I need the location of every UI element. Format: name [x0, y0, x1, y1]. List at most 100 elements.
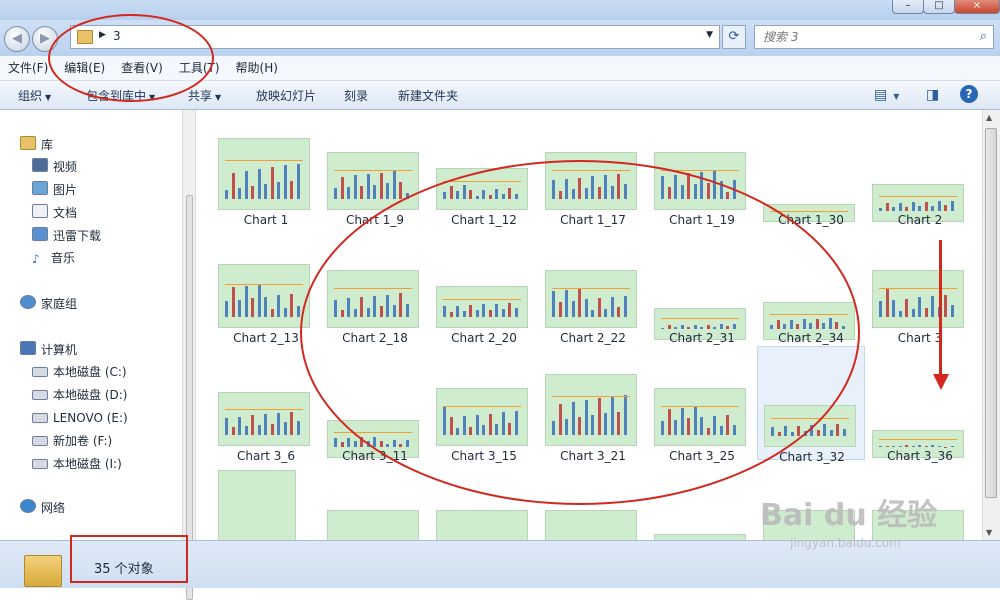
thumbnail-bar: [290, 294, 293, 317]
burn-button[interactable]: 刻录: [344, 87, 368, 104]
file-tile[interactable]: Chart 1: [212, 110, 320, 224]
thumbnail-bar: [899, 446, 902, 447]
file-tile[interactable]: Chart 2_18: [321, 228, 429, 342]
search-box[interactable]: ⌕: [754, 25, 994, 49]
menu-view[interactable]: 查看(V): [113, 56, 171, 80]
search-input[interactable]: [761, 29, 965, 45]
new-folder-button[interactable]: 新建文件夹: [398, 87, 458, 104]
content-scrollbar[interactable]: ▲ ▼: [982, 110, 1000, 540]
nav-drive-d[interactable]: 本地磁盘 (D:): [32, 386, 127, 404]
breadcrumb-arrow-icon[interactable]: ▶: [99, 30, 106, 40]
file-tile[interactable]: Chart 3_32: [757, 346, 865, 460]
thumbnail-bar: [624, 184, 627, 199]
close-button[interactable]: ×: [954, 0, 1000, 14]
thumbnail-bar: [912, 202, 915, 211]
chart-thumbnail[interactable]: [327, 510, 419, 540]
file-tile[interactable]: Chart 2_22: [539, 228, 647, 342]
file-tile[interactable]: Chart 1_12: [430, 110, 538, 224]
slideshow-button[interactable]: 放映幻灯片: [256, 87, 316, 104]
preview-pane-icon[interactable]: ◨: [926, 87, 939, 103]
nav-thunder-downloads[interactable]: 迅雷下载: [32, 227, 101, 245]
chart-thumbnail[interactable]: [436, 510, 528, 540]
nav-drive-c[interactable]: 本地磁盘 (C:): [32, 363, 127, 381]
thumbnail-bar: [700, 417, 703, 435]
file-tile[interactable]: Chart 2_34: [757, 228, 865, 342]
menu-file[interactable]: 文件(F): [0, 56, 56, 80]
thumbnail-bar: [443, 407, 446, 435]
file-tile[interactable]: Chart 3_6: [212, 346, 320, 460]
file-tile[interactable]: Chart 2: [866, 110, 974, 224]
nav-video[interactable]: 视频: [32, 158, 77, 176]
chart-thumbnail[interactable]: [218, 470, 296, 540]
back-button[interactable]: ◀: [4, 26, 30, 52]
help-icon[interactable]: ?: [960, 85, 978, 103]
nav-drive-e[interactable]: LENOVO (E:): [32, 409, 128, 427]
thumbnail-bar: [334, 188, 337, 199]
nav-computer[interactable]: 计算机: [20, 341, 77, 359]
file-tile[interactable]: Chart 3_25: [648, 346, 756, 460]
menu-help[interactable]: 帮助(H): [228, 56, 286, 80]
maximize-button[interactable]: □: [923, 0, 955, 14]
thumbnail-bar: [707, 325, 710, 329]
nav-pictures[interactable]: 图片: [32, 181, 77, 199]
file-tile[interactable]: Chart 3_21: [539, 346, 647, 460]
file-tile[interactable]: Chart 3_15: [430, 346, 538, 460]
thumbnail-bar: [892, 300, 895, 317]
thumbnail-bar: [552, 421, 555, 435]
thumbnail-bar: [393, 440, 396, 447]
scroll-up-icon[interactable]: ▲: [986, 113, 992, 122]
thumbnail-bar: [482, 304, 485, 317]
thumbnail-bars: [879, 199, 957, 211]
file-tile[interactable]: Chart 1_9: [321, 110, 429, 224]
nav-drive-f[interactable]: 新加卷 (F:): [32, 432, 112, 450]
thumbnail-bar: [796, 324, 799, 329]
nav-homegroup[interactable]: 家庭组: [20, 295, 77, 313]
thumbnail-bar: [720, 324, 723, 329]
chart-thumbnail[interactable]: [545, 510, 637, 540]
forward-button[interactable]: ▶: [32, 26, 58, 52]
file-tile[interactable]: Chart 3_11: [321, 346, 429, 460]
nav-homegroup-label: 家庭组: [41, 297, 77, 311]
file-tile[interactable]: Chart 1_30: [757, 110, 865, 224]
menu-edit[interactable]: 编辑(E): [56, 56, 113, 80]
nav-music[interactable]: ♪音乐: [32, 249, 75, 267]
nav-pane-scrollbar[interactable]: [182, 110, 196, 540]
breadcrumb-current[interactable]: 3: [113, 29, 121, 43]
thumbnail-bar: [726, 326, 729, 329]
nav-drive-i[interactable]: 本地磁盘 (I:): [32, 455, 122, 473]
thumbnail-bar: [232, 427, 235, 435]
view-options-icon[interactable]: ▤▼: [874, 87, 899, 103]
thumbnail-bar: [386, 183, 389, 199]
nav-documents[interactable]: 文档: [32, 204, 77, 222]
thumbnail-bar: [726, 415, 729, 435]
refresh-icon[interactable]: ⟳: [722, 25, 746, 49]
file-tile[interactable]: Chart 1_19: [648, 110, 756, 224]
thumbnail-bar: [842, 326, 845, 329]
file-tile[interactable]: Chart 3: [866, 228, 974, 342]
file-tile[interactable]: Chart 2_13: [212, 228, 320, 342]
nav-library[interactable]: 库: [20, 136, 53, 154]
thumbnail-bars: [661, 323, 739, 329]
address-bar[interactable]: ▶ 3 ▼: [70, 25, 720, 49]
file-tile[interactable]: Chart 2_20: [430, 228, 538, 342]
share-button[interactable]: 共享▼: [188, 87, 221, 104]
scroll-down-icon[interactable]: ▼: [986, 528, 992, 537]
thumbnail-bar: [232, 173, 235, 199]
thumbnail-bar: [624, 395, 627, 435]
content-scroll-thumb[interactable]: [985, 128, 997, 498]
file-tile[interactable]: Chart 1_17: [539, 110, 647, 224]
address-dropdown-icon[interactable]: ▼: [706, 30, 713, 40]
thumbnail-bar: [585, 299, 588, 317]
file-name: Chart 2_22: [539, 331, 647, 345]
nav-network[interactable]: 网络: [20, 499, 65, 517]
organize-button[interactable]: 组织▼: [18, 87, 51, 104]
include-in-library-button[interactable]: 包含到库中▼: [86, 87, 155, 104]
menu-tools[interactable]: 工具(T): [171, 56, 228, 80]
thumbnail-bar: [406, 440, 409, 447]
file-tile[interactable]: Chart 3_36: [866, 346, 974, 460]
search-icon[interactable]: ⌕: [980, 29, 987, 44]
minimize-button[interactable]: –: [892, 0, 924, 14]
file-tile[interactable]: Chart 2_31: [648, 228, 756, 342]
thumbnail-bar: [617, 412, 620, 435]
thumbnail-bar: [604, 175, 607, 199]
